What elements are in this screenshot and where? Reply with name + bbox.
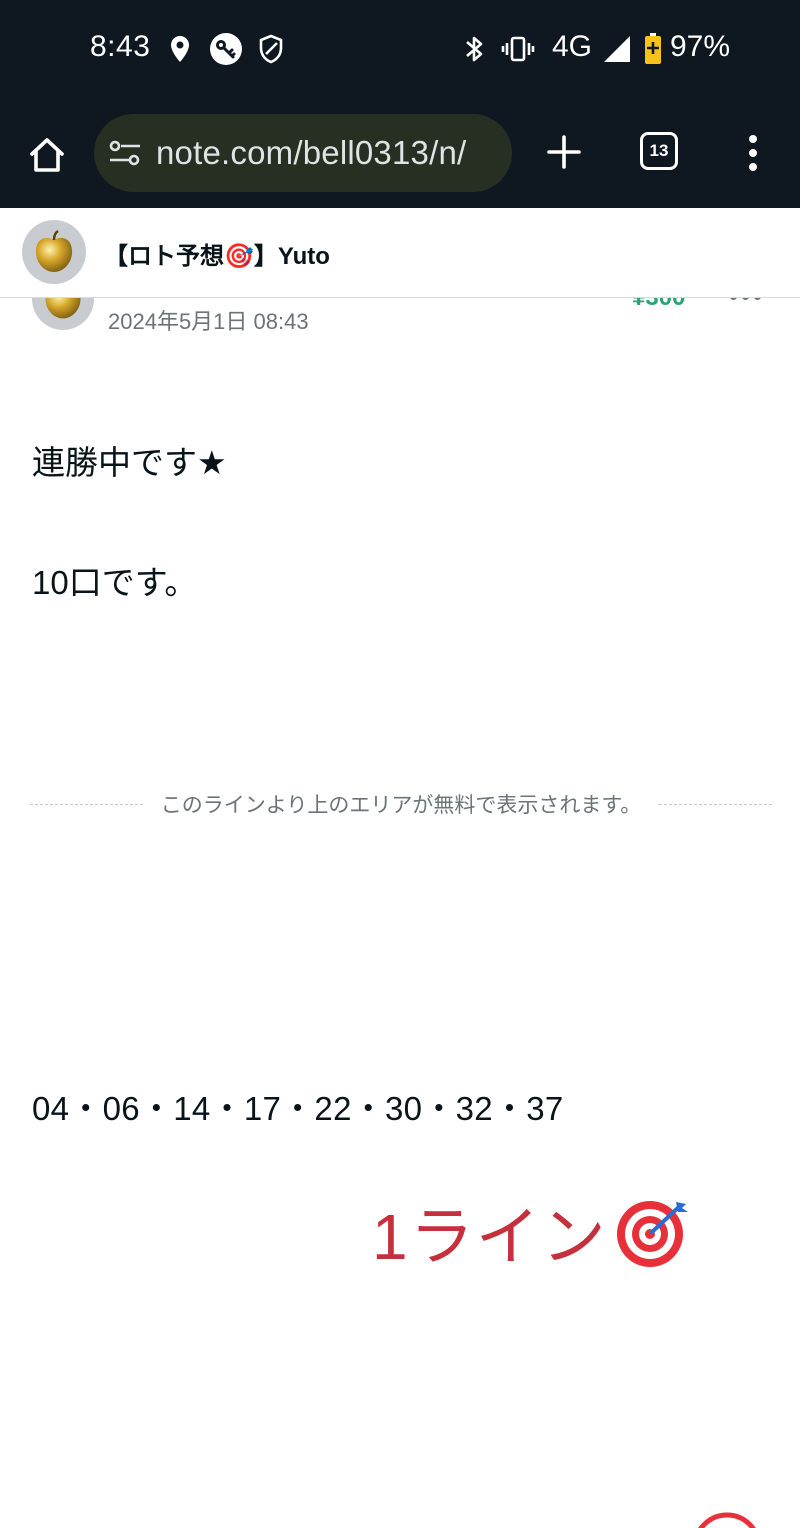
paragraph: 10口です。	[32, 564, 198, 601]
bullseye-icon	[698, 1512, 756, 1528]
vibrate-icon	[500, 32, 536, 66]
divider	[659, 803, 773, 805]
tab-switcher-button[interactable]: 13	[640, 132, 678, 170]
more-menu-icon	[749, 135, 757, 171]
url-text[interactable]: note.com/bell0313/n/	[156, 134, 466, 172]
dot	[754, 298, 761, 300]
article-body: 2024年5月1日 08:43 ¥300 連勝中です★ 10口です。 このライン…	[0, 298, 800, 1528]
shield-icon	[256, 32, 286, 66]
line-label-text: 1ライン	[372, 1201, 608, 1273]
lotto-numbers: 04・06・14・17・22・30・32・37	[32, 1090, 564, 1127]
new-tab-button[interactable]	[540, 128, 588, 176]
divider	[30, 803, 143, 805]
golden-apple-icon	[45, 298, 81, 319]
dot	[742, 298, 749, 300]
free-line-label: このラインより上のエリアが無料で表示されます。	[160, 794, 642, 817]
paywall-free-line: このラインより上のエリアが無料で表示されます。	[30, 792, 773, 817]
signal-icon	[600, 32, 634, 66]
paragraph: 連勝中です★	[32, 444, 227, 481]
publish-date: 2024年5月1日 08:43	[108, 309, 309, 334]
status-bar: 8:43 4G 97%	[0, 0, 800, 100]
line-label-image: 1ライン	[372, 1196, 694, 1273]
network-type: 4G	[552, 30, 593, 63]
home-button[interactable]	[22, 130, 72, 180]
location-icon	[168, 32, 192, 66]
creator-avatar[interactable]	[22, 220, 86, 284]
vpn-key-icon	[208, 32, 244, 66]
article-more-button[interactable]	[730, 298, 766, 302]
new-tab-icon	[547, 135, 581, 169]
creator-header: 【ロト予想🎯】Yuto	[0, 208, 800, 298]
golden-apple-icon	[35, 229, 73, 272]
status-time: 8:43	[90, 30, 151, 63]
battery-percent: 97%	[670, 30, 731, 63]
article-price: ¥300	[632, 298, 685, 312]
browser-toolbar: note.com/bell0313/n/ 13	[0, 100, 800, 208]
bullseye-dart-icon	[616, 1201, 688, 1267]
more-menu-button[interactable]	[738, 128, 768, 178]
author-avatar[interactable]	[32, 298, 94, 330]
battery-icon	[642, 32, 664, 66]
address-bar[interactable]: note.com/bell0313/n/	[94, 114, 512, 192]
site-settings-icon[interactable]	[108, 138, 142, 168]
bluetooth-icon	[460, 32, 488, 66]
dot	[730, 298, 737, 300]
home-icon	[30, 138, 64, 172]
creator-name[interactable]: 【ロト予想🎯】Yuto	[104, 236, 330, 271]
